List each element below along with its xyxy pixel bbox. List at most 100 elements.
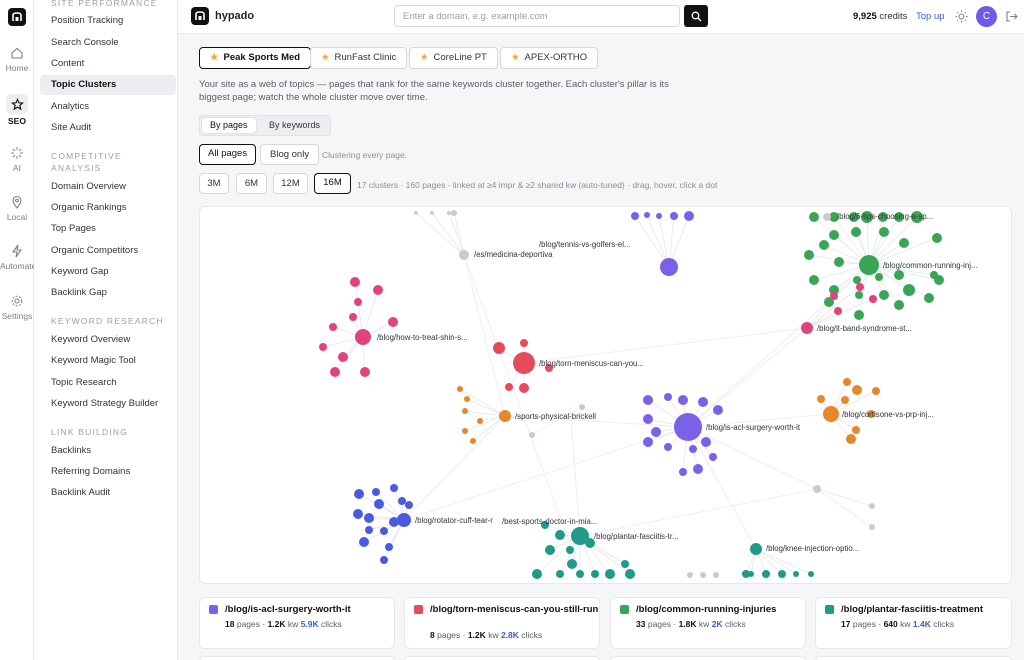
page-node[interactable]: [566, 546, 574, 554]
page-node[interactable]: [851, 227, 861, 237]
page-node[interactable]: [329, 323, 337, 331]
page-node[interactable]: [360, 367, 370, 377]
page-node[interactable]: [924, 293, 934, 303]
page-node[interactable]: [869, 295, 877, 303]
sidebar-item-keyword-overview[interactable]: Keyword Overview: [40, 330, 176, 350]
page-node[interactable]: [872, 387, 880, 395]
sidebar-item-search-console[interactable]: Search Console: [40, 33, 176, 53]
sidebar-item-site-audit[interactable]: Site Audit: [40, 118, 176, 138]
page-node[interactable]: [664, 443, 672, 451]
sidebar-item-top-pages[interactable]: Top Pages: [40, 219, 176, 239]
cluster-pillar-node[interactable]: [674, 413, 702, 441]
sidebar-item-organic-rankings[interactable]: Organic Rankings: [40, 198, 176, 218]
page-node[interactable]: [834, 307, 842, 315]
page-node[interactable]: [693, 464, 703, 474]
page-node[interactable]: [380, 527, 388, 535]
page-node[interactable]: [808, 571, 814, 577]
page-node[interactable]: [689, 445, 697, 453]
rail-item-settings[interactable]: Settings: [0, 294, 34, 321]
page-node[interactable]: [477, 418, 483, 424]
rail-item-local[interactable]: Local: [0, 195, 34, 222]
sidebar-item-organic-competitors[interactable]: Organic Competitors: [40, 241, 176, 261]
page-node[interactable]: [709, 453, 717, 461]
sidebar-item-keyword-gap[interactable]: Keyword Gap: [40, 262, 176, 282]
sidebar-item-backlinks[interactable]: Backlinks: [40, 441, 176, 461]
cluster-pillar-node[interactable]: [459, 250, 469, 260]
cluster-pillar-node[interactable]: [801, 322, 813, 334]
page-node[interactable]: [643, 395, 653, 405]
search-button[interactable]: [684, 5, 708, 27]
sidebar-item-analytics[interactable]: Analytics: [40, 97, 176, 117]
page-node[interactable]: [793, 571, 799, 577]
page-node[interactable]: [903, 284, 915, 296]
page-node[interactable]: [576, 570, 584, 578]
page-node[interactable]: [934, 275, 944, 285]
page-node[interactable]: [625, 569, 635, 579]
sidebar-item-position-tracking[interactable]: Position Tracking: [40, 11, 176, 31]
page-node[interactable]: [829, 230, 839, 240]
domain-search-input[interactable]: Enter a domain, e.g. example.com: [394, 5, 680, 27]
sidebar-item-topic-clusters[interactable]: Topic Clusters: [40, 75, 176, 95]
rail-item-home[interactable]: Home: [0, 46, 34, 73]
page-node[interactable]: [621, 560, 629, 568]
cluster-card-running[interactable]: /blog/common-running-injuries 33 pages ·…: [610, 597, 806, 649]
sidebar-item-content[interactable]: Content: [40, 54, 176, 74]
page-node[interactable]: [684, 211, 694, 221]
page-node[interactable]: [804, 250, 814, 260]
page-node[interactable]: [349, 313, 357, 321]
page-node[interactable]: [505, 383, 513, 391]
page-node[interactable]: [809, 212, 819, 222]
cluster-pillar-node[interactable]: [355, 329, 371, 345]
cluster-card-next[interactable]: [610, 656, 806, 660]
page-node[interactable]: [493, 342, 505, 354]
rail-item-ai[interactable]: AI: [0, 146, 34, 173]
page-node[interactable]: [834, 257, 844, 267]
filter-blog-only[interactable]: Blog only: [260, 144, 320, 165]
cluster-pillar-node[interactable]: [823, 213, 831, 221]
page-node[interactable]: [447, 211, 451, 215]
page-node[interactable]: [869, 503, 875, 509]
cluster-card-meniscus[interactable]: /blog/torn-meniscus-can-you-still-run 8 …: [404, 597, 600, 649]
page-node[interactable]: [700, 572, 706, 578]
page-node[interactable]: [529, 432, 535, 438]
app-logo-icon[interactable]: [8, 8, 26, 26]
page-node[interactable]: [813, 485, 821, 493]
page-node[interactable]: [852, 385, 862, 395]
page-node[interactable]: [748, 571, 754, 577]
page-node[interactable]: [388, 317, 398, 327]
page-node[interactable]: [678, 395, 688, 405]
page-node[interactable]: [869, 524, 875, 530]
page-node[interactable]: [373, 285, 383, 295]
sidebar-item-backlink-gap[interactable]: Backlink Gap: [40, 283, 176, 303]
page-node[interactable]: [853, 276, 861, 284]
page-node[interactable]: [679, 468, 687, 476]
page-node[interactable]: [830, 292, 838, 300]
project-tab-apex-ortho[interactable]: ★ APEX-ORTHO: [500, 47, 599, 69]
page-node[interactable]: [462, 428, 468, 434]
page-node[interactable]: [879, 290, 889, 300]
sidebar-item-backlink-audit[interactable]: Backlink Audit: [40, 483, 176, 503]
page-node[interactable]: [405, 501, 413, 509]
page-node[interactable]: [894, 270, 904, 280]
cluster-pillar-node[interactable]: [660, 258, 678, 276]
page-node[interactable]: [817, 395, 825, 403]
page-node[interactable]: [843, 378, 851, 386]
project-tab-coreline-pt[interactable]: ★ CoreLine PT: [409, 47, 498, 69]
avatar[interactable]: C: [976, 6, 997, 27]
page-node[interactable]: [338, 352, 348, 362]
page-node[interactable]: [464, 396, 470, 402]
page-node[interactable]: [579, 404, 585, 410]
page-node[interactable]: [532, 569, 542, 579]
page-node[interactable]: [457, 386, 463, 392]
page-node[interactable]: [567, 559, 577, 569]
page-node[interactable]: [359, 537, 369, 547]
page-node[interactable]: [809, 275, 819, 285]
page-node[interactable]: [470, 438, 476, 444]
page-node[interactable]: [519, 383, 529, 393]
page-node[interactable]: [670, 212, 678, 220]
page-node[interactable]: [894, 300, 904, 310]
page-node[interactable]: [855, 291, 863, 299]
cluster-pillar-node[interactable]: [750, 543, 762, 555]
top-up-link[interactable]: Top up: [916, 11, 945, 22]
page-node[interactable]: [664, 393, 672, 401]
